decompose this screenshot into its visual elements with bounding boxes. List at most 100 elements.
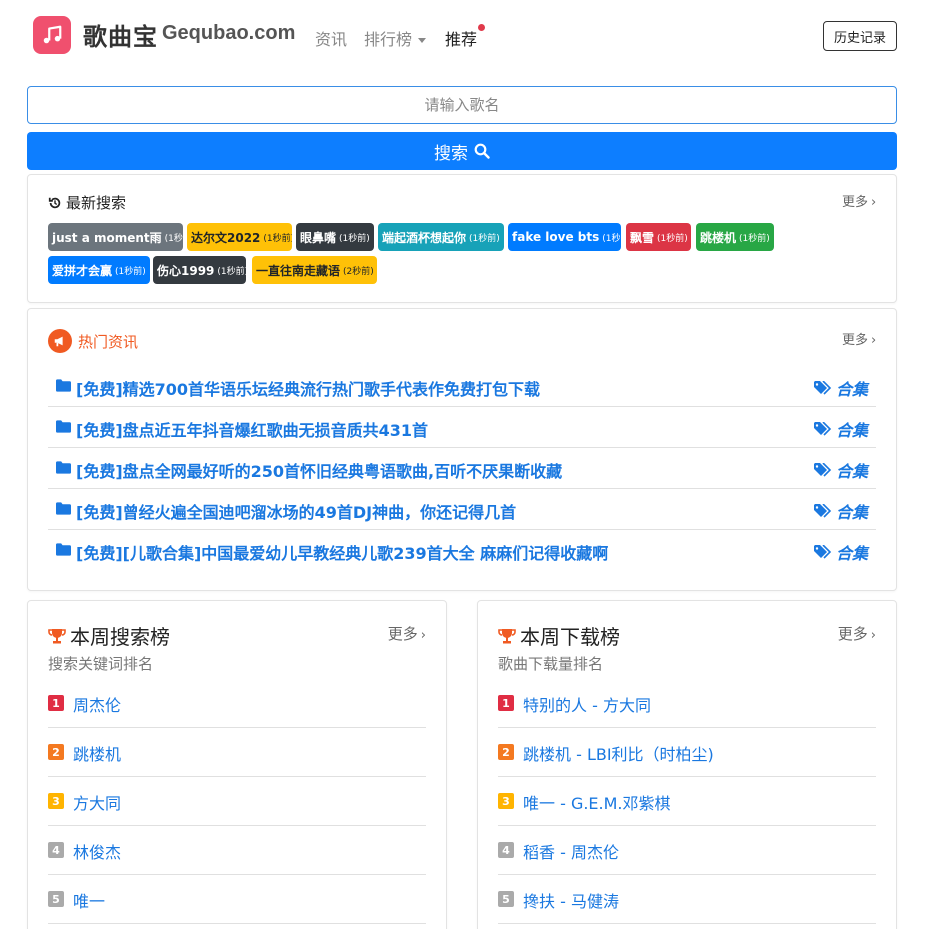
recent-tag-text: 跳楼机 xyxy=(700,230,737,245)
news-item[interactable]: [免费]盘点全网最好听的250首怀旧经典粤语歌曲,百听不厌果断收藏 合集 xyxy=(48,448,876,489)
weekly-download-title: 本周下载榜 xyxy=(520,625,620,649)
recent-tag[interactable]: 伤心1999 (1秒前) xyxy=(153,256,246,284)
news-item-title[interactable]: [免费]精选700首华语乐坛经典流行热门歌手代表作免费打包下载 xyxy=(76,376,540,400)
rank-row[interactable]: 2 跳楼机 xyxy=(48,728,426,777)
rank-text[interactable]: 唯一 xyxy=(73,888,105,912)
news-item-title[interactable]: [免费]盘点全网最好听的250首怀旧经典粤语歌曲,百听不厌果断收藏 xyxy=(76,458,562,482)
more-label: 更多 xyxy=(387,625,418,643)
rank-row[interactable]: 5 唯一 xyxy=(48,875,426,924)
recent-tag-time: (1秒前) xyxy=(115,266,146,277)
news-item-title[interactable]: [免费]曾经火遍全国迪吧溜冰场的49首DJ神曲，你还记得几首 xyxy=(76,499,516,523)
nav-rank-dropdown[interactable]: 排行榜 xyxy=(364,26,427,50)
recent-tag-time: (1秒前) xyxy=(217,266,246,277)
news-item[interactable]: [免费]盘点近五年抖音爆红歌曲无损音质共431首 合集 xyxy=(48,407,876,448)
history-button[interactable]: 历史记录 xyxy=(823,21,897,51)
music-note-icon[interactable] xyxy=(33,16,71,54)
rank-text[interactable]: 特别的人 - 方大同 xyxy=(523,692,651,716)
recent-tag[interactable]: 端起酒杯想起你 (1秒前) xyxy=(378,223,504,251)
rank-number: 5 xyxy=(498,891,514,907)
tags-icon xyxy=(813,381,832,395)
nav-news-label: 资讯 xyxy=(315,30,348,49)
news-item-title[interactable]: [免费][儿歌合集]中国最爱幼儿早教经典儿歌239首大全 麻麻们记得收藏啊 xyxy=(76,540,608,564)
nav-recommend[interactable]: 推荐 xyxy=(445,26,477,50)
recent-tag[interactable]: 达尔文2022 (1秒前) xyxy=(187,223,292,251)
recent-tag-time: (1秒前) xyxy=(469,233,500,244)
weekly-search-title: 本周搜索榜 xyxy=(70,625,170,649)
weekly-search-more-link[interactable]: 更多 › xyxy=(388,623,426,644)
rank-text[interactable]: 林俊杰 xyxy=(73,839,121,863)
rank-number: 4 xyxy=(48,842,64,858)
tags-icon xyxy=(813,463,832,477)
recent-tag[interactable]: 爱拼才会赢 (1秒前) xyxy=(48,256,150,284)
recent-tag[interactable]: 跳楼机 (1秒前) xyxy=(696,223,774,251)
recent-more-link[interactable]: 更多 › xyxy=(842,191,876,210)
recent-tag[interactable]: fake love bts(1秒前) xyxy=(508,223,621,251)
recent-tag[interactable]: 眼鼻嘴 (1秒前) xyxy=(296,223,374,251)
rank-text[interactable]: 稻香 - 周杰伦 xyxy=(523,839,619,863)
recent-tag[interactable]: 飘雪 (1秒前) xyxy=(626,223,691,251)
rank-number: 3 xyxy=(498,793,514,809)
recent-searches-title: 最新搜索 xyxy=(66,194,127,212)
weekly-search-heading: 本周搜索榜 xyxy=(48,621,170,650)
rank-row[interactable]: 4 林俊杰 xyxy=(48,826,426,875)
search-input[interactable] xyxy=(27,86,897,124)
recent-tag-time: (1秒前) xyxy=(339,233,370,244)
folder-icon xyxy=(56,379,71,392)
rank-text[interactable]: 搀扶 - 马健涛 xyxy=(523,888,619,912)
search-button[interactable]: 搜索 xyxy=(27,132,897,170)
rank-row[interactable]: 3 方大同 xyxy=(48,777,426,826)
rank-text[interactable]: 方大同 xyxy=(73,790,121,814)
collection-link[interactable]: 合集 xyxy=(813,499,868,523)
collection-link[interactable]: 合集 xyxy=(813,458,868,482)
recent-tag-text: just a moment雨 xyxy=(52,230,162,245)
brand-domain[interactable]: Gequbao.com xyxy=(162,22,295,45)
recent-tag-text: 一直往南走藏语 xyxy=(256,263,341,278)
hot-news-title: 热门资讯 xyxy=(78,332,139,351)
rank-text[interactable]: 跳楼机 - LBI利比（时柏尘) xyxy=(523,741,714,765)
recent-tag-time: (1秒前) xyxy=(164,233,183,244)
recent-tag-time: (2秒前) xyxy=(343,266,374,277)
recent-searches-heading: 最新搜索 xyxy=(48,192,126,213)
tags-icon xyxy=(813,545,832,559)
collection-link[interactable]: 合集 xyxy=(813,376,868,400)
rank-text[interactable]: 周杰伦 xyxy=(73,692,121,716)
weekly-download-more-link[interactable]: 更多 › xyxy=(838,623,876,644)
rank-row[interactable]: 3 唯一 - G.E.M.邓紫棋 xyxy=(498,777,876,826)
rank-row[interactable]: 2 跳楼机 - LBI利比（时柏尘) xyxy=(498,728,876,777)
collection-link[interactable]: 合集 xyxy=(813,417,868,441)
recent-tag[interactable]: 一直往南走藏语 (2秒前) xyxy=(252,256,377,284)
rank-row[interactable]: 4 稻香 - 周杰伦 xyxy=(498,826,876,875)
recent-tag[interactable]: just a moment雨(1秒前) xyxy=(48,223,183,251)
recent-searches-card: 最新搜索 更多› just a moment雨(1秒前) 达尔文2022(1秒前… xyxy=(27,174,897,303)
news-item[interactable]: [免费]曾经火遍全国迪吧溜冰场的49首DJ神曲，你还记得几首 合集 xyxy=(48,489,876,530)
recent-tag-text: 端起酒杯想起你 xyxy=(382,230,467,245)
recent-tag-text: 眼鼻嘴 xyxy=(300,230,337,245)
rank-number: 3 xyxy=(48,793,64,809)
folder-icon xyxy=(56,543,71,556)
recent-tag-time: (1秒前) xyxy=(739,233,770,244)
rank-row[interactable]: 5 搀扶 - 马健涛 xyxy=(498,875,876,924)
rank-text[interactable]: 跳楼机 xyxy=(73,741,121,765)
chevron-right-icon: › xyxy=(420,628,426,643)
news-item-title[interactable]: [免费]盘点近五年抖音爆红歌曲无损音质共431首 xyxy=(76,417,428,441)
collection-label: 合集 xyxy=(835,421,868,440)
news-item[interactable]: [免费][儿歌合集]中国最爱幼儿早教经典儿歌239首大全 麻麻们记得收藏啊 合集 xyxy=(48,530,876,571)
collection-label: 合集 xyxy=(835,544,868,563)
collection-label: 合集 xyxy=(835,380,868,399)
rank-number: 2 xyxy=(48,744,64,760)
tags-icon xyxy=(813,504,832,518)
weekly-download-subtitle: 歌曲下载量排名 xyxy=(498,655,604,673)
more-label: 更多 xyxy=(837,625,868,643)
news-more-link[interactable]: 更多 › xyxy=(842,329,876,348)
rank-number: 5 xyxy=(48,891,64,907)
nav-rank-label: 排行榜 xyxy=(364,30,413,49)
rank-number: 1 xyxy=(498,695,514,711)
collection-link[interactable]: 合集 xyxy=(813,540,868,564)
recent-tag-text: 达尔文2022 xyxy=(191,230,261,245)
rank-row[interactable]: 1 周杰伦 xyxy=(48,679,426,728)
nav-news[interactable]: 资讯 xyxy=(315,26,347,50)
rank-row[interactable]: 1 特别的人 - 方大同 xyxy=(498,679,876,728)
brand-name[interactable]: 歌曲宝 xyxy=(83,17,158,52)
news-item[interactable]: [免费]精选700首华语乐坛经典流行热门歌手代表作免费打包下载 合集 xyxy=(48,366,876,407)
rank-text[interactable]: 唯一 - G.E.M.邓紫棋 xyxy=(523,790,671,814)
